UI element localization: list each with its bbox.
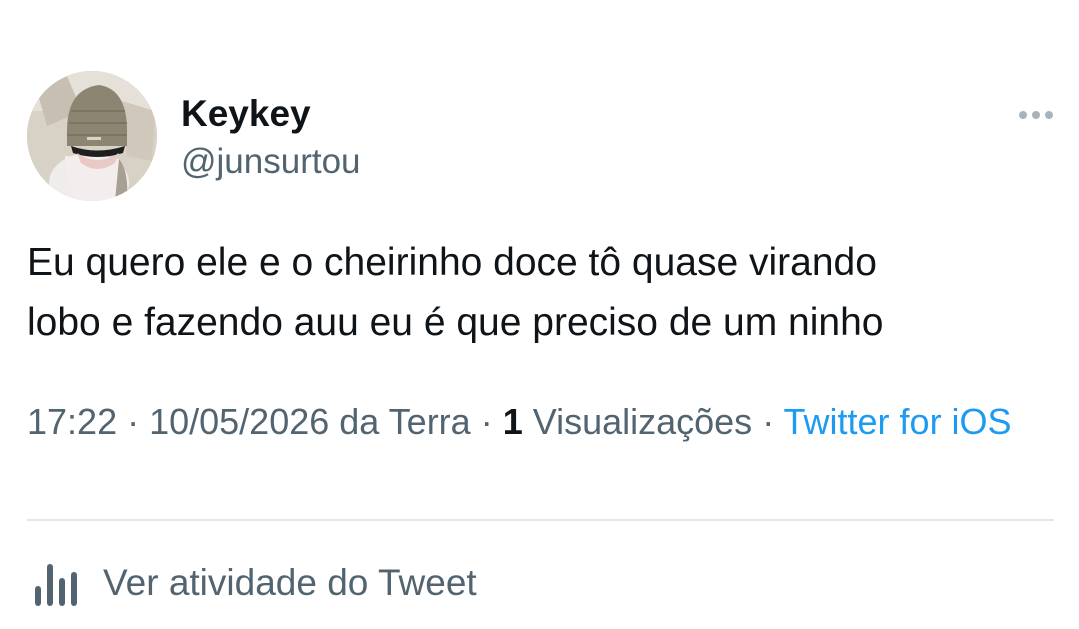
divider	[27, 519, 1054, 521]
meta-separator: ·	[752, 401, 784, 442]
tweet-text-line: Eu quero ele e o cheirinho doce tô quase…	[27, 241, 877, 284]
meta-separator: ·	[117, 401, 150, 442]
tweet-source-link[interactable]: Twitter for iOS	[784, 401, 1012, 442]
user-handle[interactable]: @junsurtou	[181, 140, 361, 184]
meta-separator: ·	[470, 401, 503, 442]
view-tweet-activity-label: Ver atividade do Tweet	[103, 562, 477, 603]
display-name[interactable]: Keykey	[181, 92, 311, 136]
tweet-meta: 17:22 · 10/05/2026 da Terra · 1 Visualiz…	[27, 398, 1047, 445]
bar-chart-icon	[27, 556, 83, 610]
more-horizontal-icon-dot	[1045, 111, 1053, 119]
more-horizontal-icon-dot	[1032, 111, 1040, 119]
views-label: Visualizações	[522, 401, 753, 442]
tweet-text: Eu quero ele e o cheirinho doce tô quase…	[27, 233, 1047, 353]
tweet-date-place[interactable]: 10/05/2026 da Terra	[149, 401, 471, 442]
more-options-button[interactable]	[1012, 100, 1060, 130]
view-tweet-activity-button[interactable]: Ver atividade do Tweet	[27, 556, 477, 610]
more-horizontal-icon	[1019, 111, 1027, 119]
avatar-photo	[27, 71, 157, 201]
tweet-text-line: lobo e fazendo auu eu é que preciso de u…	[27, 301, 884, 344]
views-count: 1	[502, 401, 523, 442]
tweet-time[interactable]: 17:22	[27, 401, 117, 442]
avatar[interactable]	[27, 71, 157, 201]
